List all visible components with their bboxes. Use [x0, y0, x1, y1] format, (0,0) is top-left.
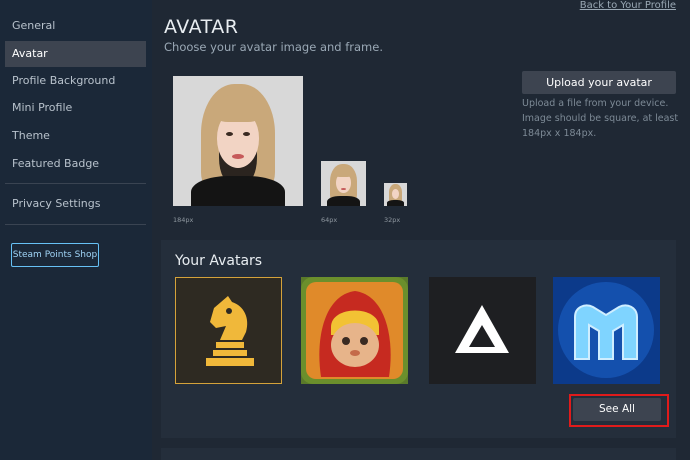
next-section-panel — [161, 448, 676, 460]
steam-points-shop-button[interactable]: Steam Points Shop — [11, 243, 99, 267]
main-content: Back to Your Profile AVATAR Choose your … — [152, 0, 690, 460]
sidebar-item-profile-background[interactable]: Profile Background — [5, 68, 146, 94]
m-logo-icon — [553, 277, 660, 384]
avatar-preview-large — [173, 76, 303, 206]
avatar-option-triangle[interactable] — [429, 277, 536, 384]
avatar-option-chess-knight[interactable] — [175, 277, 282, 384]
size-label-32: 32px — [384, 216, 401, 224]
sidebar-item-avatar[interactable]: Avatar — [5, 41, 146, 67]
your-avatars-title: Your Avatars — [175, 253, 263, 269]
back-to-profile-link[interactable]: Back to Your Profile — [580, 0, 676, 11]
avatar-preview-small — [384, 183, 407, 206]
triangle-logo-icon — [455, 305, 509, 353]
settings-sidebar: General Avatar Profile Background Mini P… — [0, 0, 152, 460]
sidebar-divider — [5, 183, 146, 184]
avatar-preview-medium — [321, 161, 366, 206]
sidebar-item-theme[interactable]: Theme — [5, 123, 146, 149]
upload-help-text: Upload a file from your device. Image sh… — [522, 98, 679, 139]
avatar-option-m-logo[interactable] — [553, 277, 660, 384]
chess-knight-icon — [206, 296, 254, 366]
sidebar-item-mini-profile[interactable]: Mini Profile — [5, 95, 146, 121]
see-all-button[interactable]: See All — [573, 398, 661, 421]
your-avatars-panel: Your Avatars See All — [161, 240, 676, 438]
upload-avatar-button[interactable]: Upload your avatar — [522, 71, 676, 94]
sidebar-item-featured-badge[interactable]: Featured Badge — [5, 151, 146, 177]
red-hood-character-icon — [301, 277, 408, 384]
sidebar-item-privacy-settings[interactable]: Privacy Settings — [5, 191, 146, 217]
sidebar-item-general[interactable]: General — [5, 13, 146, 39]
page-subtitle: Choose your avatar image and frame. — [164, 40, 383, 54]
page-title: AVATAR — [164, 16, 239, 38]
size-label-64: 64px — [321, 216, 338, 224]
sidebar-divider — [5, 224, 146, 225]
size-label-184: 184px — [173, 216, 194, 224]
avatar-option-red-hood[interactable] — [301, 277, 408, 384]
